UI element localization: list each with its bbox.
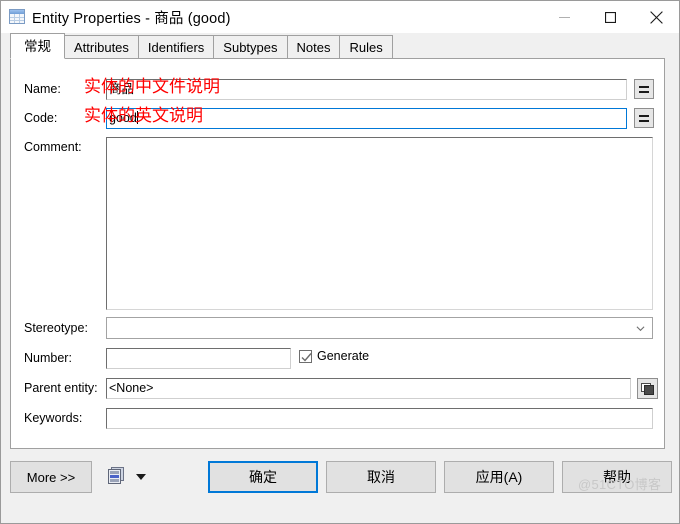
checkmark-icon [301, 352, 312, 362]
dropdown-arrow-icon[interactable] [136, 474, 146, 480]
chevron-down-icon [636, 325, 645, 331]
tab-attributes[interactable]: Attributes [64, 35, 139, 59]
entity-properties-dialog: Entity Properties - 商品 (good) 常规 Attribu… [0, 0, 680, 524]
window-title: Entity Properties - 商品 (good) [32, 10, 231, 27]
number-input[interactable] [106, 348, 291, 369]
tab-subtypes[interactable]: Subtypes [213, 35, 288, 59]
cancel-button[interactable]: 取消 [326, 461, 436, 493]
minimize-button[interactable] [541, 1, 587, 33]
dialog-button-bar: More >> 确定 取消 应用(A) 帮助 @51CTO博客 [1, 449, 679, 523]
tab-general[interactable]: 常规 [10, 33, 65, 59]
tab-identifiers[interactable]: Identifiers [137, 35, 215, 59]
checkbox-box [299, 349, 312, 363]
stereotype-combobox[interactable] [106, 317, 653, 339]
code-input-value: good [109, 111, 137, 125]
help-button[interactable]: 帮助 [562, 461, 672, 493]
close-button[interactable] [633, 1, 679, 33]
name-equals-button[interactable] [634, 79, 654, 99]
minimize-icon [558, 16, 570, 18]
report-document-icon[interactable] [108, 467, 126, 485]
keywords-label: Keywords: [24, 411, 83, 425]
table-grid-icon [9, 9, 25, 25]
number-label-wrap: Number: [24, 351, 72, 365]
parent-entity-label-wrap: Parent entity: [24, 381, 98, 395]
code-label: Code: [24, 111, 58, 125]
general-tab-panel: Name: 商品 Code: good 实体的中文件说明 实体的英文说明 Com… [10, 58, 665, 449]
select-object-icon [641, 382, 654, 395]
ok-button[interactable]: 确定 [208, 461, 318, 493]
stereotype-label-wrap: Stereotype: [24, 321, 88, 335]
equals-icon [639, 114, 649, 122]
more-button[interactable]: More >> [10, 461, 92, 493]
close-icon [649, 10, 663, 24]
name-label-wrap: Name: [24, 82, 61, 96]
keywords-input[interactable] [106, 408, 653, 429]
tab-strip: 常规 Attributes Identifiers Subtypes Notes… [1, 33, 679, 59]
comment-textarea[interactable] [106, 137, 653, 310]
number-label: Number: [24, 351, 72, 365]
stereotype-label: Stereotype: [24, 321, 88, 335]
comment-label: Comment: [24, 140, 82, 154]
code-label-wrap: Code: [24, 111, 57, 125]
comment-label-wrap: Comment: [24, 140, 82, 154]
name-input[interactable]: 商品 [106, 79, 627, 100]
text-caret [136, 111, 138, 124]
tab-notes[interactable]: Notes [286, 35, 341, 59]
tab-rules[interactable]: Rules [339, 35, 393, 59]
parent-entity-select-button[interactable] [637, 378, 658, 399]
name-label: Name: [24, 82, 61, 96]
code-equals-button[interactable] [634, 108, 654, 128]
maximize-icon [604, 11, 616, 23]
keywords-label-wrap: Keywords: [24, 411, 82, 425]
generate-label: Generate [317, 349, 370, 363]
parent-entity-input[interactable]: <None> [106, 378, 631, 399]
title-bar: Entity Properties - 商品 (good) [1, 1, 679, 33]
caption-buttons [541, 1, 679, 33]
equals-icon [639, 85, 649, 93]
maximize-button[interactable] [587, 1, 633, 33]
apply-button[interactable]: 应用(A) [444, 461, 554, 493]
parent-entity-label: Parent entity: [24, 381, 98, 395]
generate-checkbox[interactable]: Generate [299, 349, 369, 363]
code-input[interactable]: good [106, 108, 627, 129]
